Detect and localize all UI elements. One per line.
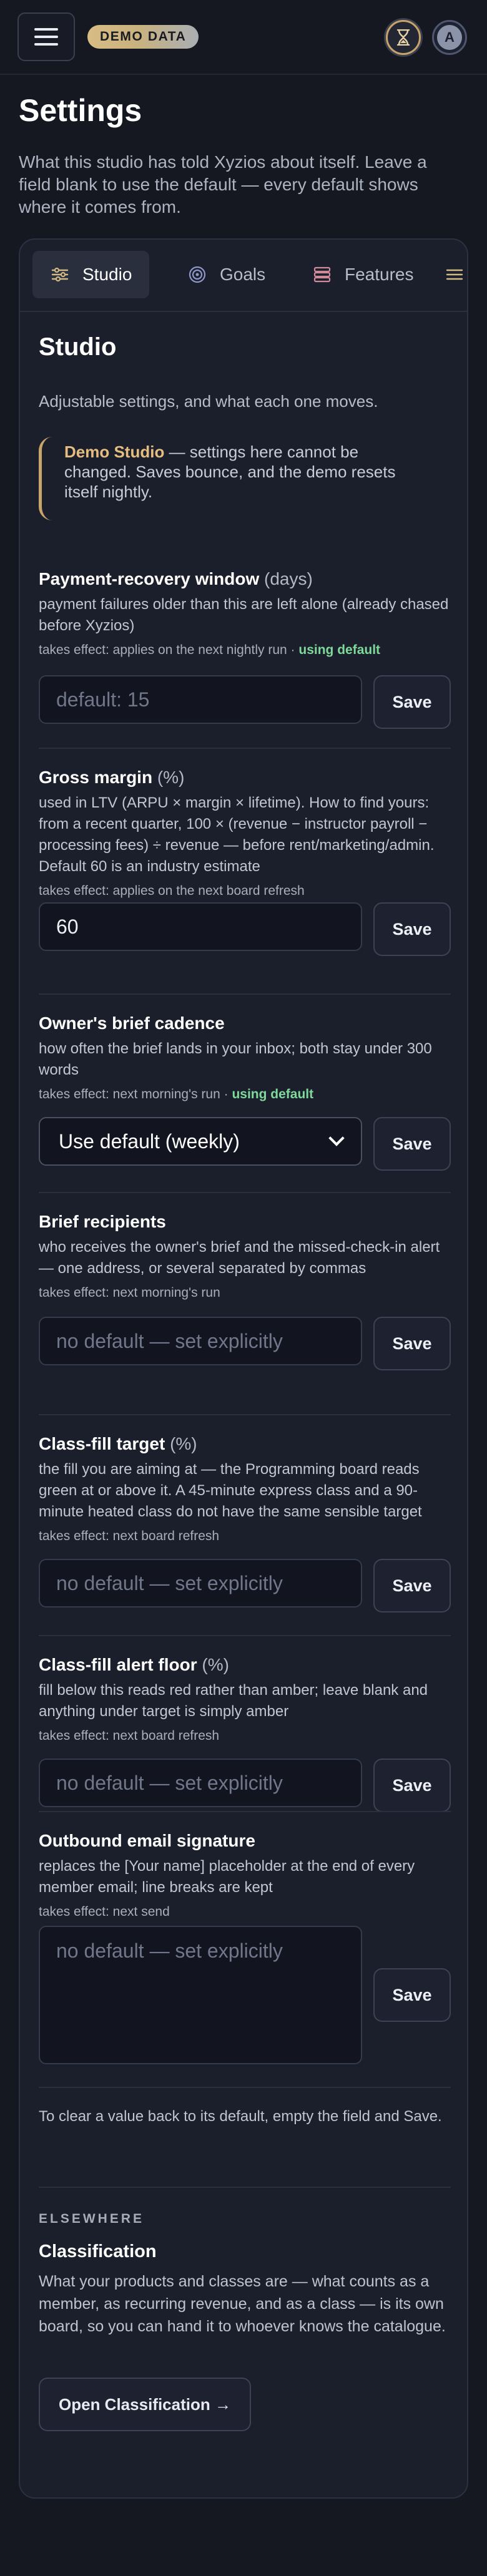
field-description: payment failures older than this are lef…: [39, 596, 449, 634]
field-effect: takes effect: applies on the next board …: [39, 884, 305, 898]
tab-studio[interactable]: Studio: [32, 251, 150, 298]
field-brief-recipients: Brief recipients who receives the owner'…: [39, 1211, 451, 1385]
elsewhere-kicker: ELSEWHERE: [39, 2212, 145, 2226]
field-effect: takes effect: next morning's run · using…: [39, 1087, 314, 1101]
field-effect: takes effect: next morning's run: [39, 1286, 220, 1300]
field-description: how often the brief lands in your inbox;…: [39, 1040, 432, 1078]
field-description: fill below this reads red rather than am…: [39, 1682, 428, 1720]
divider: [39, 1635, 451, 1636]
select-value: Use default (weekly): [59, 1129, 240, 1153]
save-button[interactable]: Save: [373, 1759, 451, 1812]
field-description: the fill you are aiming at — the Program…: [39, 1461, 422, 1520]
field-effect: takes effect: next board refresh: [39, 1729, 220, 1743]
class-fill-target-input[interactable]: [39, 1559, 362, 1608]
divider: [39, 1192, 451, 1193]
field-payment-recovery-window: Payment-recovery window (days) payment f…: [39, 568, 451, 755]
avatar: A: [437, 25, 462, 50]
save-button[interactable]: Save: [373, 675, 451, 729]
field-label: Payment-recovery window (days): [39, 569, 313, 588]
field-owners-brief-cadence: Owner's brief cadence how often the brie…: [39, 1012, 451, 1174]
divider: [39, 1414, 451, 1415]
field-class-fill-alert-floor: Class-fill alert floor (%) fill below th…: [39, 1654, 451, 1812]
email-signature-textarea[interactable]: [39, 1926, 362, 2064]
save-button[interactable]: Save: [373, 902, 451, 956]
hamburger-menu-icon: [34, 28, 58, 46]
field-label: Outbound email signature: [39, 1831, 255, 1850]
top-bar: DEMO DATA A: [0, 0, 487, 75]
hourglass-icon: [396, 29, 410, 46]
field-effect: takes effect: applies on the next nightl…: [39, 643, 381, 657]
section-subtitle: Adjustable settings, and what each one m…: [39, 392, 378, 411]
using-default-flag: using default: [232, 1087, 314, 1101]
page-title: Settings: [19, 93, 142, 128]
field-gross-margin: Gross margin (%) used in LTV (ARPU × mar…: [39, 766, 451, 966]
field-unit: (%): [170, 1434, 197, 1453]
divider: [39, 2187, 451, 2188]
divider: [39, 748, 451, 749]
save-button[interactable]: Save: [373, 1117, 451, 1171]
sliders-icon: [446, 269, 463, 280]
hourglass-button[interactable]: [386, 20, 421, 55]
hamburger-menu-button[interactable]: [17, 12, 75, 61]
sliders-icon: [51, 267, 69, 282]
stack-icon: [313, 266, 331, 283]
divider: [39, 1811, 451, 1812]
field-description: replaces the [Your name] placeholder at …: [39, 1858, 415, 1896]
section-title: Studio: [39, 333, 117, 361]
page-intro: What this studio has told Xyzios about i…: [19, 152, 427, 217]
field-description: used in LTV (ARPU × margin × lifetime). …: [39, 794, 435, 875]
class-fill-alert-floor-input[interactable]: [39, 1759, 362, 1807]
field-unit: (%): [202, 1655, 229, 1674]
using-default-flag: using default: [298, 643, 381, 657]
field-class-fill-target: Class-fill target (%) the fill you are a…: [39, 1433, 451, 1612]
field-label: Class-fill alert floor (%): [39, 1655, 229, 1674]
divider: [39, 2087, 451, 2088]
tab-label: Features: [345, 265, 414, 284]
brief-recipients-input[interactable]: [39, 1317, 362, 1365]
save-button[interactable]: Save: [373, 1968, 451, 2022]
settings-tabs: Studio Goals Features: [20, 240, 467, 312]
demo-studio-notice: Demo Studio — settings here cannot be ch…: [39, 437, 426, 520]
target-icon: [189, 266, 206, 283]
tab-goals[interactable]: Goals: [170, 251, 283, 298]
field-label: Gross margin (%): [39, 768, 185, 787]
clear-value-note: To clear a value back to its default, em…: [39, 2108, 442, 2125]
field-label: Owner's brief cadence: [39, 1013, 225, 1033]
demo-studio-name: Demo Studio: [64, 442, 165, 461]
payment-recovery-window-input[interactable]: [39, 675, 362, 724]
save-button[interactable]: Save: [373, 1559, 451, 1612]
gross-margin-input[interactable]: [39, 902, 362, 951]
field-description: who receives the owner's brief and the m…: [39, 1239, 440, 1277]
brief-cadence-select[interactable]: Use default (weekly): [39, 1117, 362, 1166]
classification-description: What your products and classes are — wha…: [39, 2273, 446, 2335]
field-unit: (days): [264, 569, 313, 588]
open-classification-button[interactable]: Open Classification →: [39, 2378, 251, 2431]
tab-label: Studio: [82, 265, 132, 284]
demo-data-badge: DEMO DATA: [87, 25, 199, 49]
tab-label: Goals: [220, 265, 266, 284]
field-label: Brief recipients: [39, 1212, 166, 1231]
settings-card: Studio Goals Features Studio Adjustable …: [19, 238, 468, 2499]
field-label: Class-fill target (%): [39, 1434, 197, 1453]
chevron-down-icon: [328, 1130, 345, 1146]
user-avatar-button[interactable]: A: [432, 20, 467, 55]
field-effect: takes effect: next send: [39, 1905, 170, 1919]
tab-features[interactable]: Features: [295, 251, 431, 298]
field-effect: takes effect: next board refresh: [39, 1529, 220, 1543]
classification-title: Classification: [39, 2242, 157, 2261]
field-outbound-email-signature: Outbound email signature replaces the [Y…: [39, 1830, 451, 2079]
divider: [39, 993, 451, 995]
save-button[interactable]: Save: [373, 1317, 451, 1370]
field-unit: (%): [157, 768, 185, 787]
tab-overflow[interactable]: [445, 251, 465, 298]
